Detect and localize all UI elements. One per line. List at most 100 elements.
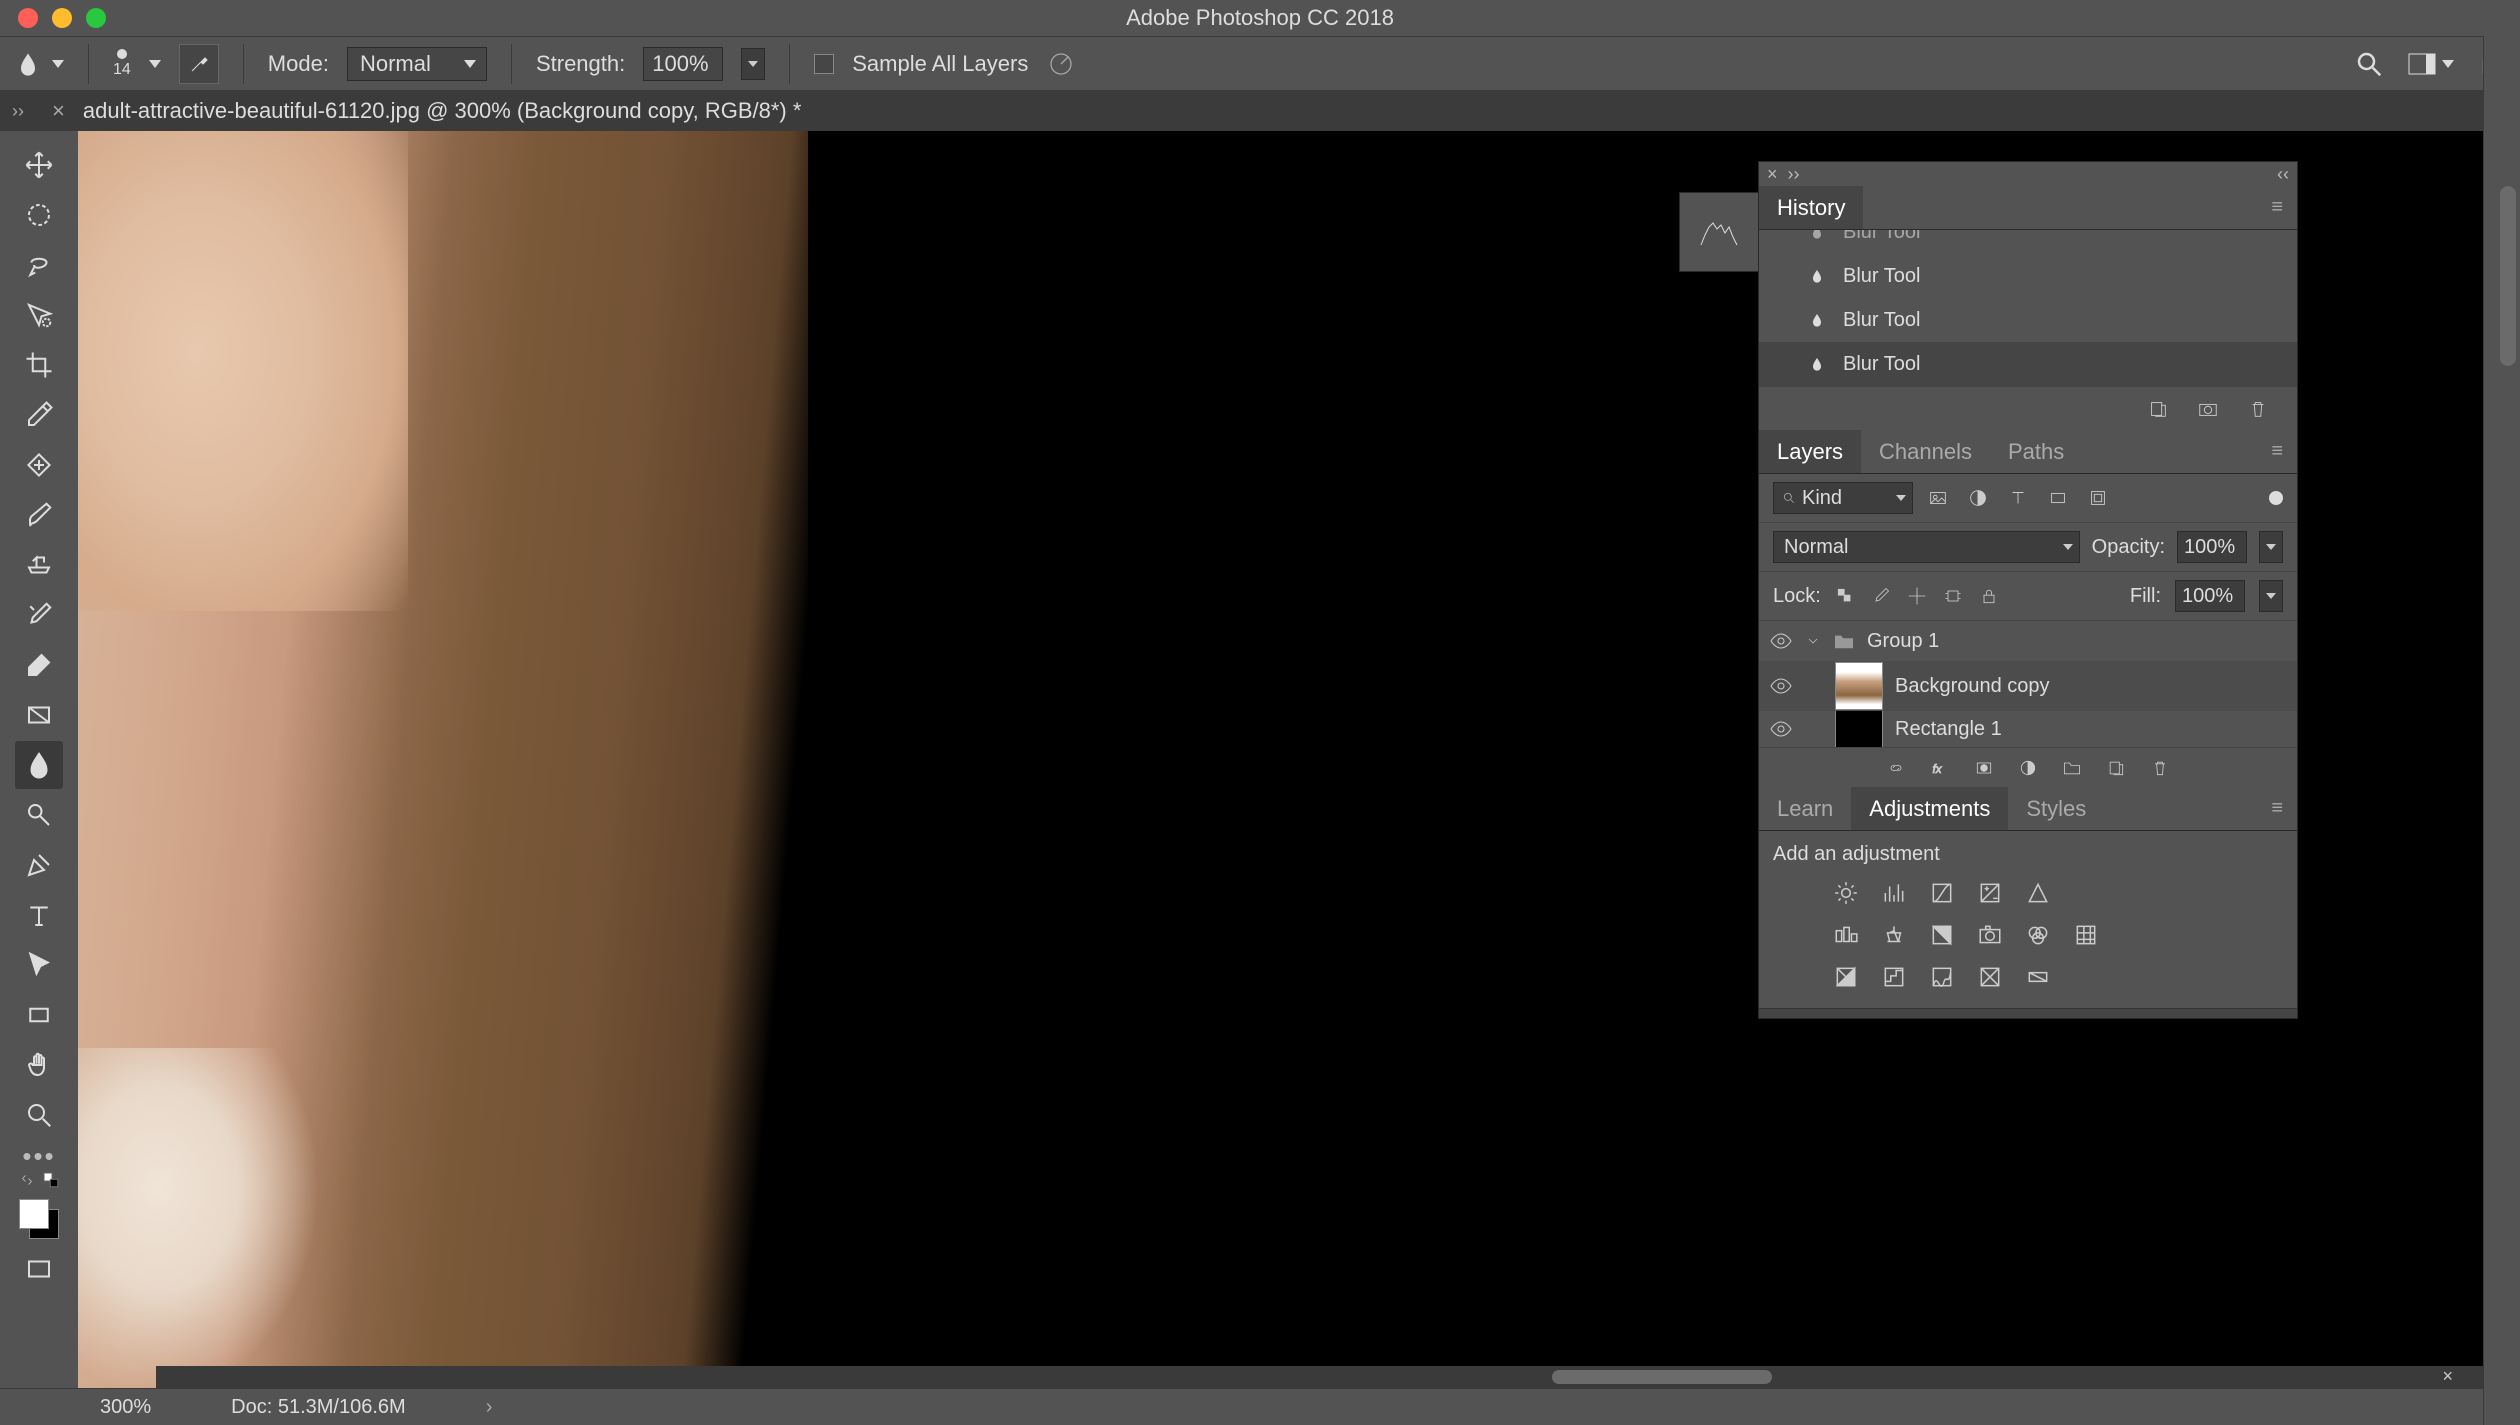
panel-close-icon[interactable]: × ›› <box>1767 164 1800 185</box>
pen-tool[interactable] <box>15 841 63 889</box>
document-canvas[interactable]: × ›› ‹‹ History ≡ Blur Tool <box>78 131 2483 1388</box>
lock-transparent-icon[interactable] <box>1835 586 1855 606</box>
delete-state-icon[interactable] <box>2247 398 2269 420</box>
move-tool[interactable] <box>15 141 63 189</box>
filter-toggle[interactable] <box>2269 491 2283 505</box>
photo-filter-icon[interactable] <box>1977 922 2003 948</box>
strength-field[interactable]: 100% <box>643 47 723 81</box>
fill-field[interactable]: 100% <box>2175 580 2245 612</box>
close-tab-icon[interactable]: × <box>52 98 65 124</box>
posterize-icon[interactable] <box>1881 964 1907 990</box>
history-item[interactable]: Blur Tool <box>1759 254 2297 298</box>
bw-icon[interactable] <box>1929 922 1955 948</box>
color-swatches[interactable] <box>15 1195 63 1243</box>
delete-layer-icon[interactable] <box>2150 758 2170 778</box>
current-tool-indicator[interactable] <box>14 50 64 78</box>
curves-icon[interactable] <box>1929 880 1955 906</box>
filter-pixel-icon[interactable] <box>1927 487 1949 509</box>
document-tab[interactable]: × adult-attractive-beautiful-61120.jpg @… <box>38 91 815 131</box>
dodge-tool[interactable] <box>15 791 63 839</box>
sample-all-layers-checkbox[interactable] <box>814 54 834 74</box>
expand-dock-icon[interactable]: ›› <box>12 101 38 122</box>
lock-artboard-icon[interactable] <box>1943 586 1963 606</box>
crop-tool[interactable] <box>15 341 63 389</box>
clone-stamp-tool[interactable] <box>15 541 63 589</box>
strength-caret[interactable] <box>741 48 765 80</box>
zoom-level[interactable]: 300% <box>100 1396 151 1419</box>
channels-tab[interactable]: Channels <box>1861 430 1990 473</box>
eraser-tool[interactable] <box>15 641 63 689</box>
layer-thumbnail[interactable] <box>1835 711 1883 747</box>
layer-row[interactable]: Background copy <box>1759 661 2297 711</box>
workspace-switcher[interactable] <box>2408 53 2454 75</box>
edit-toolbar-button[interactable]: ••• <box>22 1141 55 1165</box>
paths-tab[interactable]: Paths <box>1990 430 2082 473</box>
swap-swatches-icon[interactable] <box>18 1171 36 1189</box>
search-icon[interactable] <box>2354 49 2384 79</box>
history-item[interactable]: Blur Tool <box>1759 298 2297 342</box>
minimize-window-button[interactable] <box>52 8 72 28</box>
visibility-icon[interactable] <box>1769 674 1793 698</box>
vibrance-icon[interactable] <box>2025 880 2051 906</box>
brush-picker-caret[interactable] <box>149 60 161 68</box>
panel-collapse-icon[interactable]: ‹‹ <box>2277 164 2289 185</box>
hand-tool[interactable] <box>15 1041 63 1089</box>
selective-color-icon[interactable] <box>1977 964 2003 990</box>
pressure-icon[interactable] <box>1046 49 1076 79</box>
new-layer-icon[interactable] <box>2106 758 2126 778</box>
color-balance-icon[interactable] <box>1881 922 1907 948</box>
history-tab[interactable]: History <box>1759 186 1863 229</box>
new-doc-from-state-icon[interactable] <box>2147 398 2169 420</box>
hue-sat-icon[interactable] <box>1833 922 1859 948</box>
layer-row[interactable]: Rectangle 1 <box>1759 711 2297 747</box>
history-item[interactable]: Blur Tool <box>1759 342 2297 386</box>
histogram-collapsed-tab[interactable] <box>1679 192 1759 272</box>
healing-brush-tool[interactable] <box>15 441 63 489</box>
fill-caret[interactable] <box>2259 580 2283 612</box>
lock-all-icon[interactable] <box>1979 586 1999 606</box>
adjustments-panel-menu-icon[interactable]: ≡ <box>2257 787 2297 830</box>
brush-tool[interactable] <box>15 491 63 539</box>
blur-tool[interactable] <box>15 741 63 789</box>
exposure-icon[interactable] <box>1977 880 2003 906</box>
learn-tab[interactable]: Learn <box>1759 787 1851 830</box>
channel-mixer-icon[interactable] <box>2025 922 2051 948</box>
filter-adjustment-icon[interactable] <box>1967 487 1989 509</box>
default-swatches-icon[interactable] <box>42 1171 60 1189</box>
history-item[interactable]: Blur Tool <box>1759 230 2297 254</box>
adjustments-tab[interactable]: Adjustments <box>1851 787 2008 830</box>
filter-smart-icon[interactable] <box>2087 487 2109 509</box>
layers-tab[interactable]: Layers <box>1759 430 1861 473</box>
brush-size-preview[interactable]: 14 <box>113 49 131 79</box>
filter-type-icon[interactable] <box>2007 487 2029 509</box>
vertical-scroll-thumb[interactable] <box>2500 186 2516 366</box>
quick-select-tool[interactable] <box>15 291 63 339</box>
eyedropper-tool[interactable] <box>15 391 63 439</box>
path-select-tool[interactable] <box>15 941 63 989</box>
new-adjustment-layer-icon[interactable] <box>2018 758 2038 778</box>
zoom-tool[interactable] <box>15 1091 63 1139</box>
gradient-map-icon[interactable] <box>2025 964 2051 990</box>
screen-mode-button[interactable] <box>15 1245 63 1293</box>
color-lookup-icon[interactable] <box>2073 922 2099 948</box>
chevron-down-icon[interactable] <box>1805 633 1821 649</box>
layer-thumbnail[interactable] <box>1835 662 1883 710</box>
brush-settings-button[interactable] <box>179 44 219 84</box>
panel-group-header[interactable]: × ›› ‹‹ <box>1759 162 2297 186</box>
visibility-icon[interactable] <box>1769 629 1793 653</box>
foreground-swatch[interactable] <box>19 1199 49 1229</box>
horizontal-scroll-thumb[interactable] <box>1552 1370 1772 1384</box>
history-brush-tool[interactable] <box>15 591 63 639</box>
lasso-tool[interactable] <box>15 241 63 289</box>
snapshot-icon[interactable] <box>2197 398 2219 420</box>
opacity-field[interactable]: 100% <box>2177 531 2247 563</box>
invert-icon[interactable] <box>1833 964 1859 990</box>
gradient-tool[interactable] <box>15 691 63 739</box>
marquee-tool[interactable] <box>15 191 63 239</box>
new-group-icon[interactable] <box>2062 758 2082 778</box>
visibility-icon[interactable] <box>1769 717 1793 741</box>
styles-tab[interactable]: Styles <box>2008 787 2104 830</box>
close-window-button[interactable] <box>18 8 38 28</box>
layer-group-row[interactable]: Group 1 <box>1759 621 2297 661</box>
panel-resize-grip[interactable] <box>1759 1008 2297 1018</box>
